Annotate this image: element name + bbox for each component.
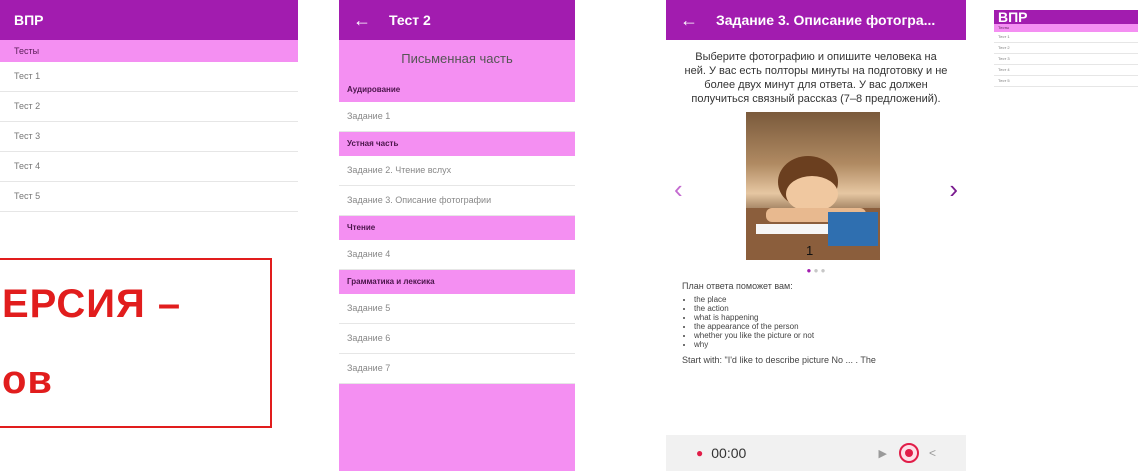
chevron-left-icon[interactable]: ‹ — [674, 174, 683, 205]
plan-title: План ответа поможет вам: — [682, 281, 793, 291]
section-header: Устная часть — [339, 132, 575, 156]
list-item-test-2[interactable]: Тест 2 — [0, 92, 298, 122]
plan-list: the place the action what is happening t… — [682, 295, 950, 349]
task-item-6[interactable]: Задание 6 — [339, 324, 575, 354]
section-header: Чтение — [339, 216, 575, 240]
list-item-test-1[interactable]: Тест 1 — [0, 62, 298, 92]
list-item-test-3[interactable]: Тест 3 — [994, 54, 1138, 65]
app-bar: ВПР — [0, 0, 298, 40]
app-bar: ← Тест 2 — [339, 0, 575, 40]
list-item-test-3[interactable]: Тест 3 — [0, 122, 298, 152]
audio-recorder-bar: ● 00:00 ▶ < — [666, 435, 966, 471]
overlay-text-line1: ЕРСИЯ – — [2, 282, 182, 326]
photo-carousel: ‹ 1 › — [666, 112, 966, 272]
record-button[interactable] — [898, 443, 919, 463]
app-title: ВПР — [14, 12, 44, 28]
overlay-banner: ЕРСИЯ – ов — [0, 258, 272, 428]
app-bar: ← Задание 3. Описание фотогра... — [666, 0, 966, 40]
timer: 00:00 — [711, 445, 747, 461]
plan-item: the place — [694, 295, 950, 304]
task-item-2[interactable]: Задание 2. Чтение вслух — [339, 156, 575, 186]
list-item-test-1[interactable]: Тест 1 — [994, 32, 1138, 43]
plan-item: the action — [694, 304, 950, 313]
section-header: Грамматика и лексика — [339, 270, 575, 294]
task-item-3[interactable]: Задание 3. Описание фотографии — [339, 186, 575, 216]
chevron-right-icon[interactable]: › — [949, 174, 958, 205]
screen-title: Задание 3. Описание фотогра... — [716, 12, 936, 28]
task-item-1[interactable]: Задание 1 — [339, 102, 575, 132]
subheader: Письменная часть — [339, 40, 575, 78]
task-item-5[interactable]: Задание 5 — [339, 294, 575, 324]
answer-plan: План ответа поможет вам: the place the a… — [666, 281, 966, 365]
plan-item: why — [694, 340, 950, 349]
boy-sleeping-illustration — [746, 156, 880, 260]
screen-title: Тест 2 — [389, 12, 431, 28]
record-indicator-icon: ● — [696, 446, 704, 460]
plan-item: whether you like the picture or not — [694, 331, 950, 340]
arrow-left-icon[interactable]: ← — [680, 10, 698, 31]
photo-number: 1 — [806, 243, 814, 258]
overlay-text-line2: ов — [2, 358, 54, 402]
task-item-4[interactable]: Задание 4 — [339, 240, 575, 270]
task-detail-screen: ← Задание 3. Описание фотогра... Выберит… — [666, 0, 966, 471]
list-item-test-5[interactable]: Тест 5 — [0, 182, 298, 212]
record-dot-icon — [904, 449, 913, 457]
list-item-test-4[interactable]: Тест 4 — [994, 65, 1138, 76]
list-item-test-2[interactable]: Тест 2 — [994, 43, 1138, 54]
test-sections-screen: ← Тест 2 Письменная часть Аудирование За… — [339, 0, 575, 471]
task-item-7[interactable]: Задание 7 — [339, 354, 575, 384]
list-header-selected[interactable]: Тесты — [994, 24, 1138, 32]
share-icon[interactable]: < — [929, 446, 936, 460]
app-title: ВПР — [998, 10, 1028, 25]
play-icon[interactable]: ▶ — [879, 447, 887, 460]
section-header: Аудирование — [339, 78, 575, 102]
arrow-left-icon[interactable]: ← — [353, 10, 371, 31]
start-with-text: Start with: "I'd like to describe pictur… — [682, 355, 876, 365]
tests-list-screen-thumbnail: ВПР Тесты Тест 1 Тест 2 Тест 3 Тест 4 Те… — [994, 10, 1138, 130]
list-item-test-5[interactable]: Тест 5 — [994, 76, 1138, 87]
app-bar: ВПР — [994, 10, 1138, 25]
list-item-test-4[interactable]: Тест 4 — [0, 152, 298, 182]
plan-item: the appearance of the person — [694, 322, 950, 331]
task-instruction: Выберите фотографию и опишите человека н… — [684, 51, 948, 105]
plan-item: what is happening — [694, 313, 950, 322]
list-header-selected[interactable]: Тесты — [0, 40, 298, 62]
photo[interactable]: 1 — [746, 112, 880, 260]
